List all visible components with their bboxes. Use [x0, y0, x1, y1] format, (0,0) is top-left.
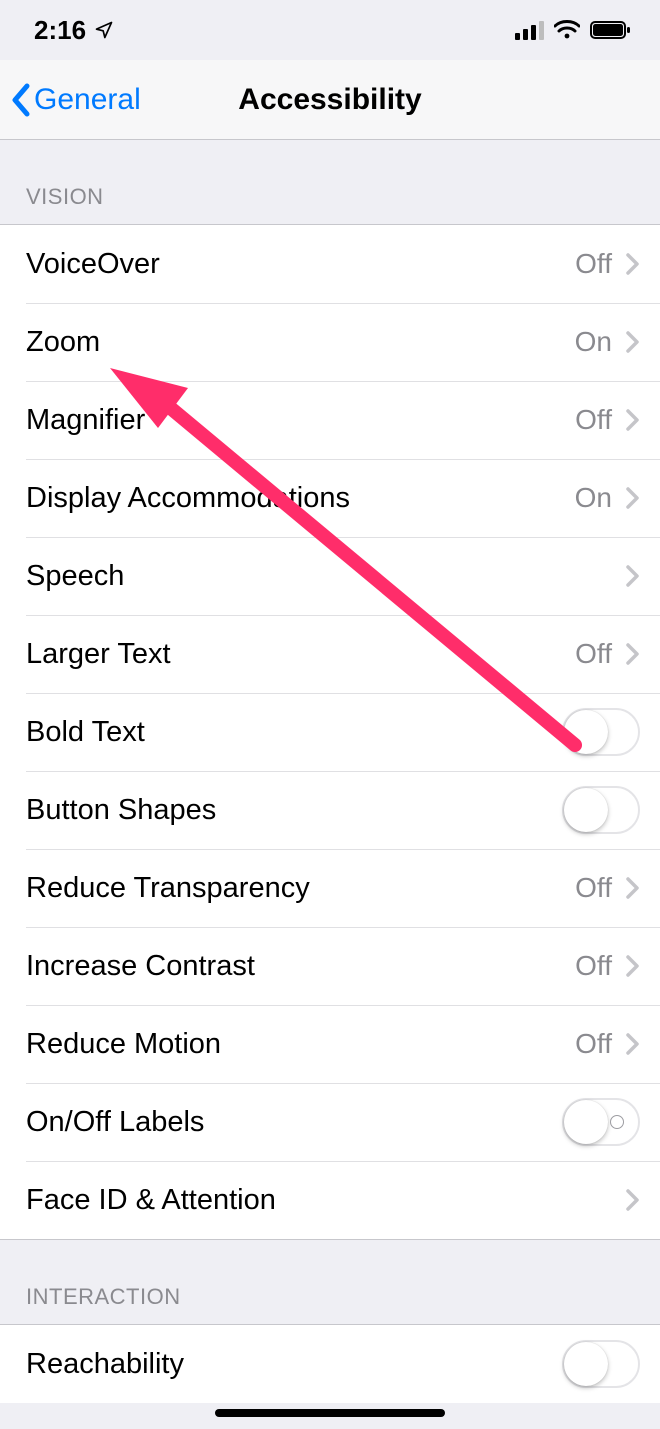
row-bold-text[interactable]: Bold Text [0, 693, 660, 771]
chevron-right-icon [626, 1188, 640, 1212]
row-value: Off [575, 872, 612, 904]
chevron-left-icon [10, 82, 34, 118]
status-left: 2:16 [34, 15, 114, 46]
chevron-right-icon [626, 954, 640, 978]
row-label: Zoom [26, 326, 575, 359]
button-shapes-toggle[interactable] [562, 786, 640, 834]
row-label: Reduce Transparency [26, 872, 575, 905]
row-value: On [575, 482, 612, 514]
wifi-icon [554, 20, 580, 40]
interaction-list: Reachability [0, 1324, 660, 1403]
row-larger-text[interactable]: Larger Text Off [0, 615, 660, 693]
row-label: Larger Text [26, 638, 575, 671]
bold-text-toggle[interactable] [562, 708, 640, 756]
row-value: Off [575, 404, 612, 436]
row-label: Increase Contrast [26, 950, 575, 983]
row-reachability[interactable]: Reachability [0, 1325, 660, 1403]
status-bar: 2:16 [0, 0, 660, 60]
row-value: Off [575, 638, 612, 670]
row-label: On/Off Labels [26, 1106, 562, 1139]
row-value: Off [575, 950, 612, 982]
row-label: Reachability [26, 1348, 562, 1381]
status-right [515, 20, 632, 40]
chevron-right-icon [626, 252, 640, 276]
row-label: Reduce Motion [26, 1028, 575, 1061]
section-header-interaction: INTERACTION [0, 1240, 660, 1324]
row-label: Speech [26, 560, 626, 593]
row-increase-contrast[interactable]: Increase Contrast Off [0, 927, 660, 1005]
chevron-right-icon [626, 564, 640, 588]
row-value: On [575, 326, 612, 358]
chevron-right-icon [626, 642, 640, 666]
chevron-right-icon [626, 330, 640, 354]
cellular-icon [515, 20, 544, 40]
row-faceid-attention[interactable]: Face ID & Attention [0, 1161, 660, 1239]
row-voiceover[interactable]: VoiceOver Off [0, 225, 660, 303]
back-button[interactable]: General [10, 82, 141, 118]
chevron-right-icon [626, 486, 640, 510]
section-header-vision: VISION [0, 140, 660, 224]
row-label: Button Shapes [26, 794, 562, 827]
row-reduce-motion[interactable]: Reduce Motion Off [0, 1005, 660, 1083]
battery-icon [590, 20, 632, 40]
row-label: Face ID & Attention [26, 1184, 626, 1217]
row-magnifier[interactable]: Magnifier Off [0, 381, 660, 459]
row-label: Bold Text [26, 716, 562, 749]
row-onoff-labels[interactable]: On/Off Labels [0, 1083, 660, 1161]
home-indicator[interactable] [215, 1409, 445, 1417]
location-icon [94, 20, 114, 40]
row-zoom[interactable]: Zoom On [0, 303, 660, 381]
reachability-toggle[interactable] [562, 1340, 640, 1388]
vision-list: VoiceOver Off Zoom On Magnifier Off Disp… [0, 224, 660, 1240]
row-speech[interactable]: Speech [0, 537, 660, 615]
row-value: Off [575, 248, 612, 280]
row-value: Off [575, 1028, 612, 1060]
row-label: Magnifier [26, 404, 575, 437]
chevron-right-icon [626, 1032, 640, 1056]
row-button-shapes[interactable]: Button Shapes [0, 771, 660, 849]
back-label: General [34, 83, 141, 117]
chevron-right-icon [626, 876, 640, 900]
nav-bar: General Accessibility [0, 60, 660, 140]
chevron-right-icon [626, 408, 640, 432]
status-time: 2:16 [34, 15, 86, 46]
row-reduce-transparency[interactable]: Reduce Transparency Off [0, 849, 660, 927]
row-label: VoiceOver [26, 248, 575, 281]
row-label: Display Accommodations [26, 482, 575, 515]
onoff-labels-toggle[interactable] [562, 1098, 640, 1146]
row-display-accommodations[interactable]: Display Accommodations On [0, 459, 660, 537]
page-title: Accessibility [238, 83, 421, 117]
